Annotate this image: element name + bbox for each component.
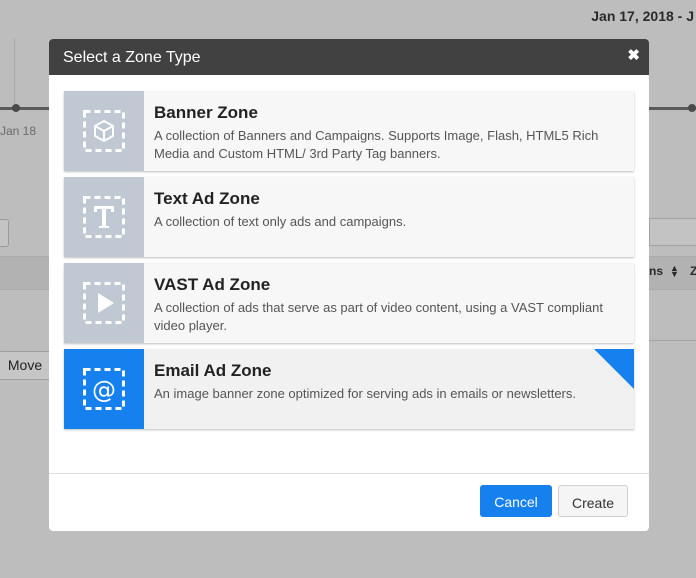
chart-gridline: [14, 38, 15, 108]
zone-title: Banner Zone: [154, 103, 258, 122]
chart-point: [12, 104, 20, 112]
zone-option-text-ad[interactable]: Text Ad Zone A collection of text only a…: [64, 177, 634, 257]
sort-icon[interactable]: ▲ ▼: [670, 264, 679, 279]
background-button[interactable]: [0, 219, 9, 247]
zone-title: Email Ad Zone: [154, 361, 272, 380]
zone-icon-tile: [64, 263, 144, 343]
modal-header: Select a Zone Type ✖: [49, 39, 649, 75]
zone-option-email-ad[interactable]: @ Email Ad Zone An image banner zone opt…: [64, 349, 634, 429]
zone-title: VAST Ad Zone: [154, 275, 271, 294]
table-divider: [649, 340, 696, 341]
text-icon: [83, 196, 125, 238]
zone-icon-tile: [64, 91, 144, 171]
chart-point: [688, 104, 696, 112]
zone-icon-tile: [64, 177, 144, 257]
chart-line-left: [0, 107, 49, 110]
chart-x-label: Jan 18: [0, 124, 37, 138]
modal-footer: Cancel Create: [49, 473, 649, 531]
create-button[interactable]: Create: [558, 485, 628, 517]
zone-list: Banner Zone A collection of Banners and …: [64, 91, 634, 435]
date-range[interactable]: Jan 17, 2018 - J: [591, 8, 694, 24]
svg-text:@: @: [92, 376, 116, 404]
zone-description: A collection of Banners and Campaigns. S…: [154, 128, 599, 161]
move-button[interactable]: Move: [0, 351, 52, 380]
zone-option-vast-ad[interactable]: VAST Ad Zone A collection of ads that se…: [64, 263, 634, 343]
table-column-header[interactable]: ns: [649, 264, 663, 278]
modal-title: Select a Zone Type: [63, 49, 201, 66]
zone-description: An image banner zone optimized for servi…: [154, 386, 576, 401]
cancel-button[interactable]: Cancel: [480, 485, 552, 517]
zone-icon-tile: @: [64, 349, 144, 429]
at-sign-icon: @: [83, 368, 125, 410]
zone-description: A collection of text only ads and campai…: [154, 214, 407, 229]
zone-description: A collection of ads that serve as part o…: [154, 300, 603, 333]
play-icon: [83, 282, 125, 324]
zone-type-modal: Select a Zone Type ✖ Banner Zone A colle…: [49, 39, 649, 531]
close-icon[interactable]: ✖: [627, 47, 640, 65]
zone-title: Text Ad Zone: [154, 189, 260, 208]
cube-icon: [83, 110, 125, 152]
table-column-header-2[interactable]: Z: [690, 264, 696, 278]
selected-corner-marker: [594, 349, 634, 389]
zone-option-banner[interactable]: Banner Zone A collection of Banners and …: [64, 91, 634, 171]
background-search-field[interactable]: [649, 218, 696, 246]
